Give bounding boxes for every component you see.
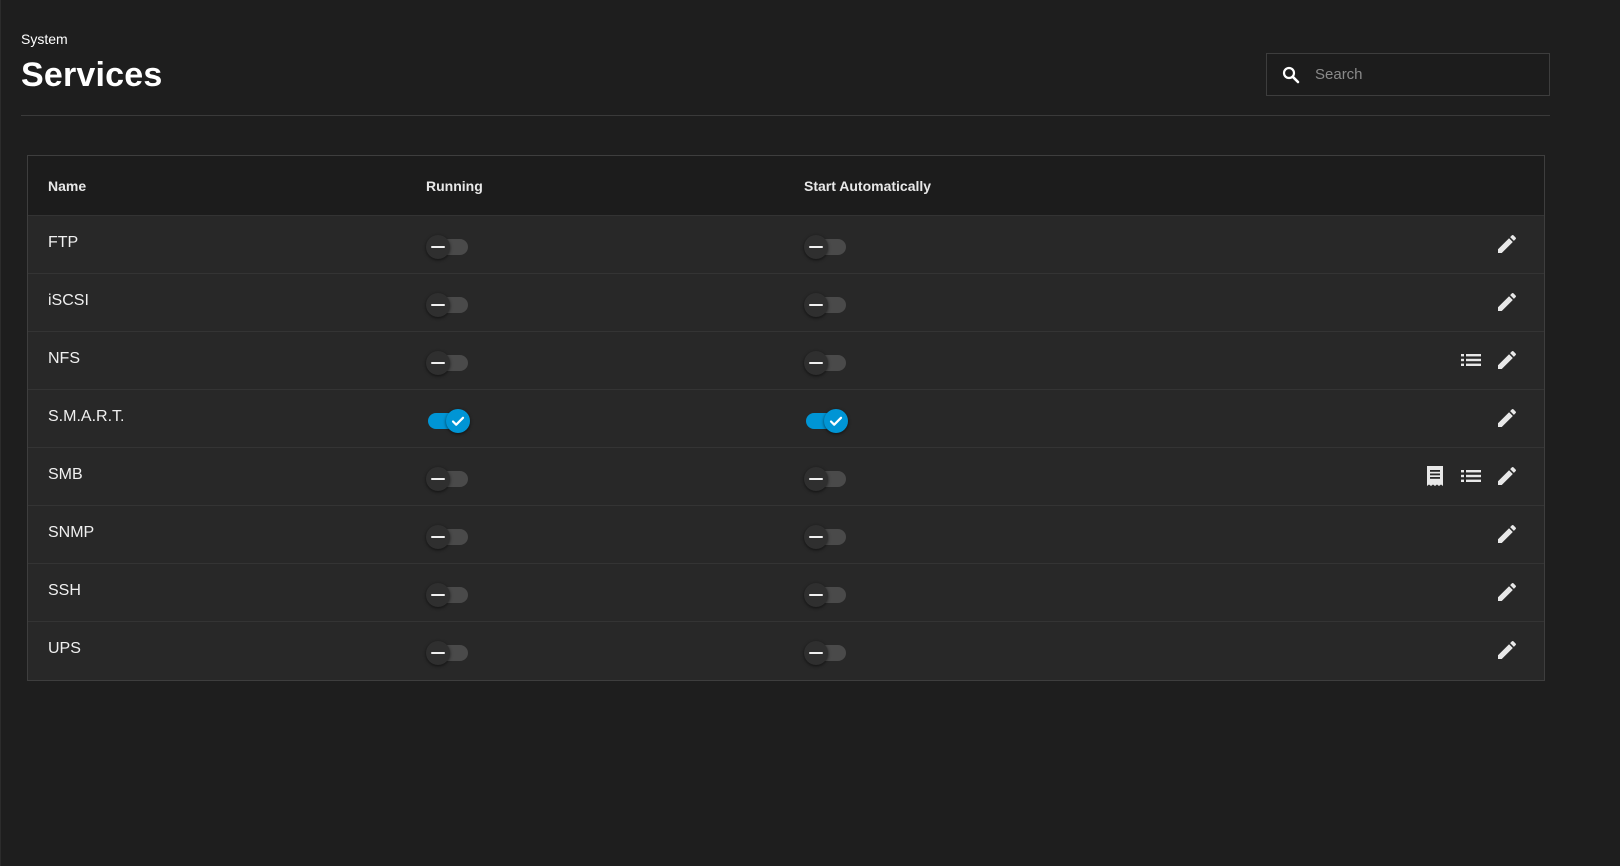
row-actions: [1494, 289, 1520, 315]
search-input[interactable]: [1315, 54, 1549, 95]
table-row: SNMP: [28, 506, 1544, 564]
row-actions: [1458, 347, 1520, 373]
pencil-edit-icon[interactable]: [1494, 289, 1520, 315]
service-name: SSH: [48, 582, 81, 599]
service-name: iSCSI: [48, 292, 89, 309]
toggle-thumb-minus-icon: [426, 641, 450, 665]
toggle-thumb-minus-icon: [426, 525, 450, 549]
start-automatically-toggle[interactable]: [804, 409, 848, 433]
start-automatically-toggle[interactable]: [804, 235, 848, 259]
toggle-thumb-minus-icon: [426, 351, 450, 375]
service-name: FTP: [48, 234, 79, 251]
receipt-icon[interactable]: [1422, 463, 1448, 489]
search-icon: [1281, 65, 1301, 85]
toggle-thumb-minus-icon: [804, 293, 828, 317]
table-row: NFS: [28, 332, 1544, 390]
service-name: SNMP: [48, 524, 95, 541]
toggle-thumb-minus-icon: [426, 235, 450, 259]
breadcrumb[interactable]: System: [21, 31, 68, 47]
pencil-edit-icon[interactable]: [1494, 231, 1520, 257]
toggle-thumb-minus-icon: [804, 351, 828, 375]
table-body: FTP iSCSI NFS S.M.A.R.T. SMB SNMP SSH UPS: [28, 216, 1544, 680]
row-actions: [1494, 637, 1520, 663]
running-toggle[interactable]: [426, 235, 470, 259]
running-toggle[interactable]: [426, 525, 470, 549]
start-automatically-toggle[interactable]: [804, 583, 848, 607]
pencil-edit-icon[interactable]: [1494, 463, 1520, 489]
row-actions: [1494, 521, 1520, 547]
table-row: SMB: [28, 448, 1544, 506]
start-automatically-toggle[interactable]: [804, 641, 848, 665]
start-automatically-toggle[interactable]: [804, 467, 848, 491]
toggle-thumb-check-icon: [824, 409, 848, 433]
search-box[interactable]: [1266, 53, 1550, 96]
services-table: Name Running Start Automatically FTP iSCS…: [27, 155, 1545, 681]
table-row: FTP: [28, 216, 1544, 274]
table-header: Name Running Start Automatically: [28, 156, 1544, 216]
service-name: NFS: [48, 350, 80, 367]
table-row: UPS: [28, 622, 1544, 680]
running-toggle[interactable]: [426, 409, 470, 433]
toggle-thumb-minus-icon: [426, 293, 450, 317]
pencil-edit-icon[interactable]: [1494, 579, 1520, 605]
start-automatically-toggle[interactable]: [804, 525, 848, 549]
row-actions: [1494, 405, 1520, 431]
toggle-thumb-minus-icon: [804, 641, 828, 665]
row-actions: [1422, 463, 1520, 489]
toggle-thumb-minus-icon: [804, 525, 828, 549]
column-header-start-automatically[interactable]: Start Automatically: [804, 156, 931, 216]
service-name: UPS: [48, 640, 81, 657]
running-toggle[interactable]: [426, 583, 470, 607]
service-name: S.M.A.R.T.: [48, 408, 125, 425]
header-divider: [21, 115, 1550, 116]
row-actions: [1494, 231, 1520, 257]
toggle-thumb-minus-icon: [804, 235, 828, 259]
toggle-thumb-minus-icon: [426, 583, 450, 607]
list-icon[interactable]: [1458, 463, 1484, 489]
running-toggle[interactable]: [426, 351, 470, 375]
start-automatically-toggle[interactable]: [804, 293, 848, 317]
column-header-name[interactable]: Name: [48, 156, 86, 216]
start-automatically-toggle[interactable]: [804, 351, 848, 375]
service-name: SMB: [48, 466, 83, 483]
table-row: S.M.A.R.T.: [28, 390, 1544, 448]
page-title: Services: [21, 56, 163, 94]
running-toggle[interactable]: [426, 641, 470, 665]
running-toggle[interactable]: [426, 293, 470, 317]
pencil-edit-icon[interactable]: [1494, 405, 1520, 431]
toggle-thumb-minus-icon: [426, 467, 450, 491]
table-row: SSH: [28, 564, 1544, 622]
running-toggle[interactable]: [426, 467, 470, 491]
services-page: System Services Name Running Start Autom…: [0, 0, 1620, 866]
toggle-thumb-minus-icon: [804, 583, 828, 607]
toggle-thumb-minus-icon: [804, 467, 828, 491]
column-header-running[interactable]: Running: [426, 156, 483, 216]
pencil-edit-icon[interactable]: [1494, 347, 1520, 373]
list-icon[interactable]: [1458, 347, 1484, 373]
pencil-edit-icon[interactable]: [1494, 637, 1520, 663]
pencil-edit-icon[interactable]: [1494, 521, 1520, 547]
toggle-thumb-check-icon: [446, 409, 470, 433]
row-actions: [1494, 579, 1520, 605]
table-row: iSCSI: [28, 274, 1544, 332]
